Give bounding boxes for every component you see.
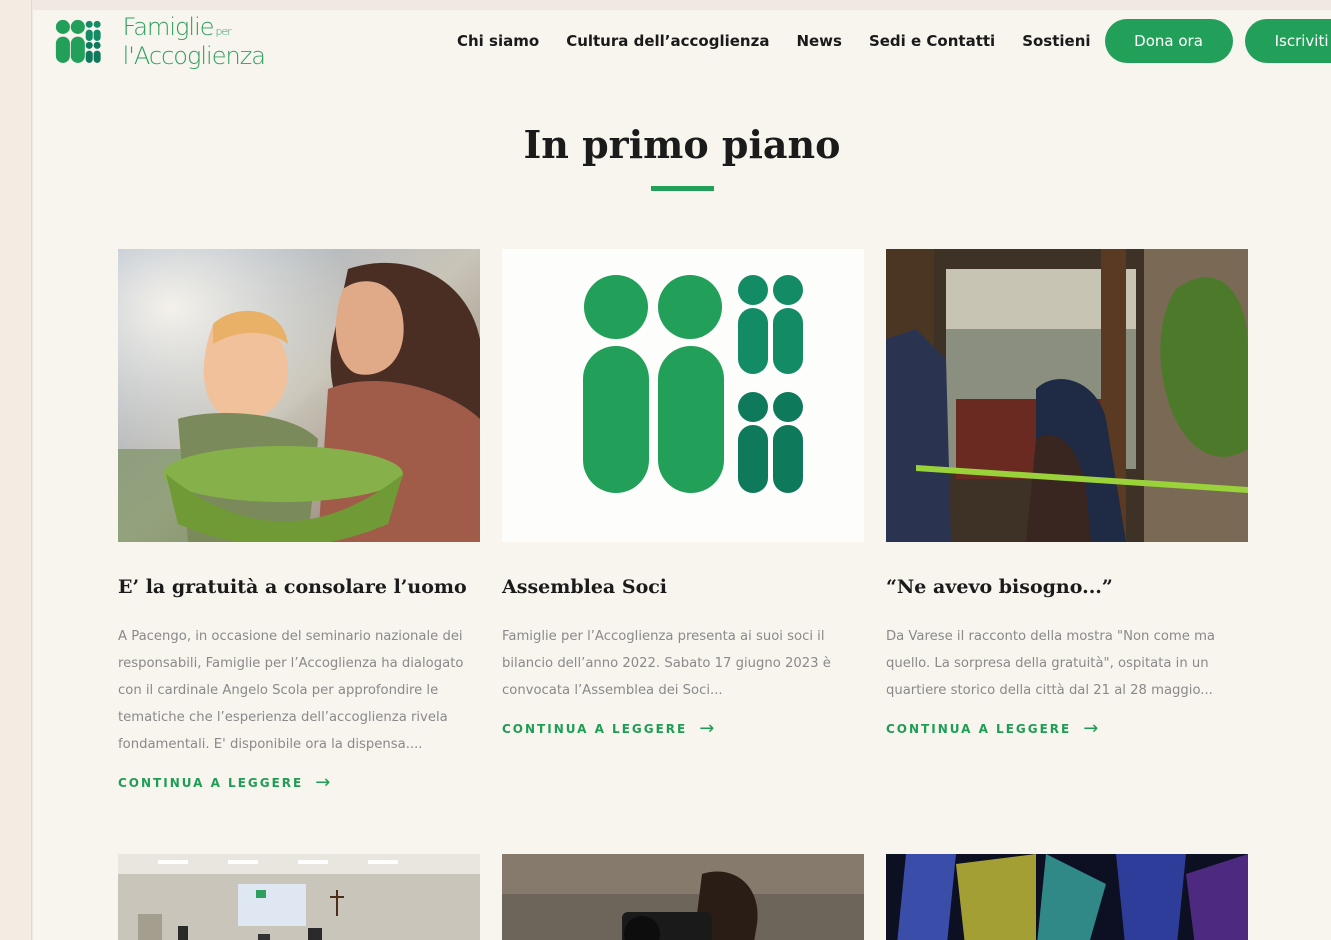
card-image[interactable] [502, 249, 864, 542]
photo-colored-glass-image [886, 854, 1248, 940]
nav-news[interactable]: News [796, 32, 842, 50]
arrow-right-icon: → [699, 718, 715, 739]
news-card-image[interactable] [502, 854, 864, 940]
read-more-link[interactable]: CONTINUA A LEGGERE → [118, 772, 330, 793]
card-image[interactable] [118, 249, 480, 542]
section-title: In primo piano [523, 122, 841, 167]
donate-button[interactable]: Dona ora [1104, 19, 1233, 63]
logo-wordmark: Famiglie per l'Accoglienza [122, 12, 266, 70]
read-more-link[interactable]: CONTINUA A LEGGERE → [886, 718, 1098, 739]
logo-small: per [215, 24, 232, 38]
logo-line1: Famiglie [122, 12, 215, 41]
news-card: “Ne avevo bisogno...” Da Varese il racco… [886, 249, 1248, 739]
card-title[interactable]: “Ne avevo bisogno...” [886, 575, 1248, 599]
arrow-right-icon: → [315, 772, 331, 793]
card-image[interactable] [886, 249, 1248, 542]
read-more-label: CONTINUA A LEGGERE [118, 775, 304, 790]
news-card: Assemblea Soci Famiglie per l’Accoglienz… [502, 249, 864, 739]
card-excerpt: Da Varese il racconto della mostra "Non … [886, 629, 1215, 698]
nav-cultura-accoglienza[interactable]: Cultura dell’accoglienza [566, 32, 769, 50]
photo-ribbon-cutting-image [886, 249, 1248, 542]
card-excerpt: A Pacengo, in occasione del seminario na… [118, 629, 464, 752]
card-title[interactable]: Assemblea Soci [502, 575, 864, 599]
nav-chi-siamo[interactable]: Chi siamo [457, 32, 539, 50]
logo-line2: l'Accoglienza [122, 41, 266, 70]
site-header: Famiglie per l'Accoglienza Chi siamo Cult… [33, 10, 1331, 72]
photo-mother-child-image [118, 249, 480, 542]
top-bar [0, 0, 1331, 10]
main-nav: Chi siamo Cultura dell’accoglienza News … [457, 18, 1331, 64]
card-excerpt: Famiglie per l’Accoglienza presenta ai s… [502, 629, 831, 698]
title-underline [651, 186, 714, 191]
read-more-link[interactable]: CONTINUA A LEGGERE → [502, 718, 714, 739]
photo-child-camera-image [502, 854, 864, 940]
nav-sedi-contatti[interactable]: Sedi e Contatti [869, 32, 995, 50]
arrow-right-icon: → [1083, 718, 1099, 739]
read-more-label: CONTINUA A LEGGERE [502, 721, 688, 736]
news-card-image[interactable] [886, 854, 1248, 940]
left-margin [0, 0, 32, 940]
card-title[interactable]: E’ la gratuità a consolare l’uomo [118, 575, 480, 599]
news-card: E’ la gratuità a consolare l’uomo A Pace… [118, 249, 480, 793]
site-logo[interactable]: Famiglie per l'Accoglienza [55, 12, 266, 70]
logo-icon [55, 19, 101, 63]
nav-sostieni[interactable]: Sostieni [1022, 32, 1090, 50]
news-card-image[interactable] [118, 854, 480, 940]
signup-button[interactable]: Iscriviti [1244, 19, 1331, 63]
read-more-label: CONTINUA A LEGGERE [886, 721, 1072, 736]
logo-graphic-image [502, 249, 864, 542]
photo-conference-room-image [118, 854, 480, 940]
page: Famiglie per l'Accoglienza Chi siamo Cult… [33, 10, 1331, 940]
